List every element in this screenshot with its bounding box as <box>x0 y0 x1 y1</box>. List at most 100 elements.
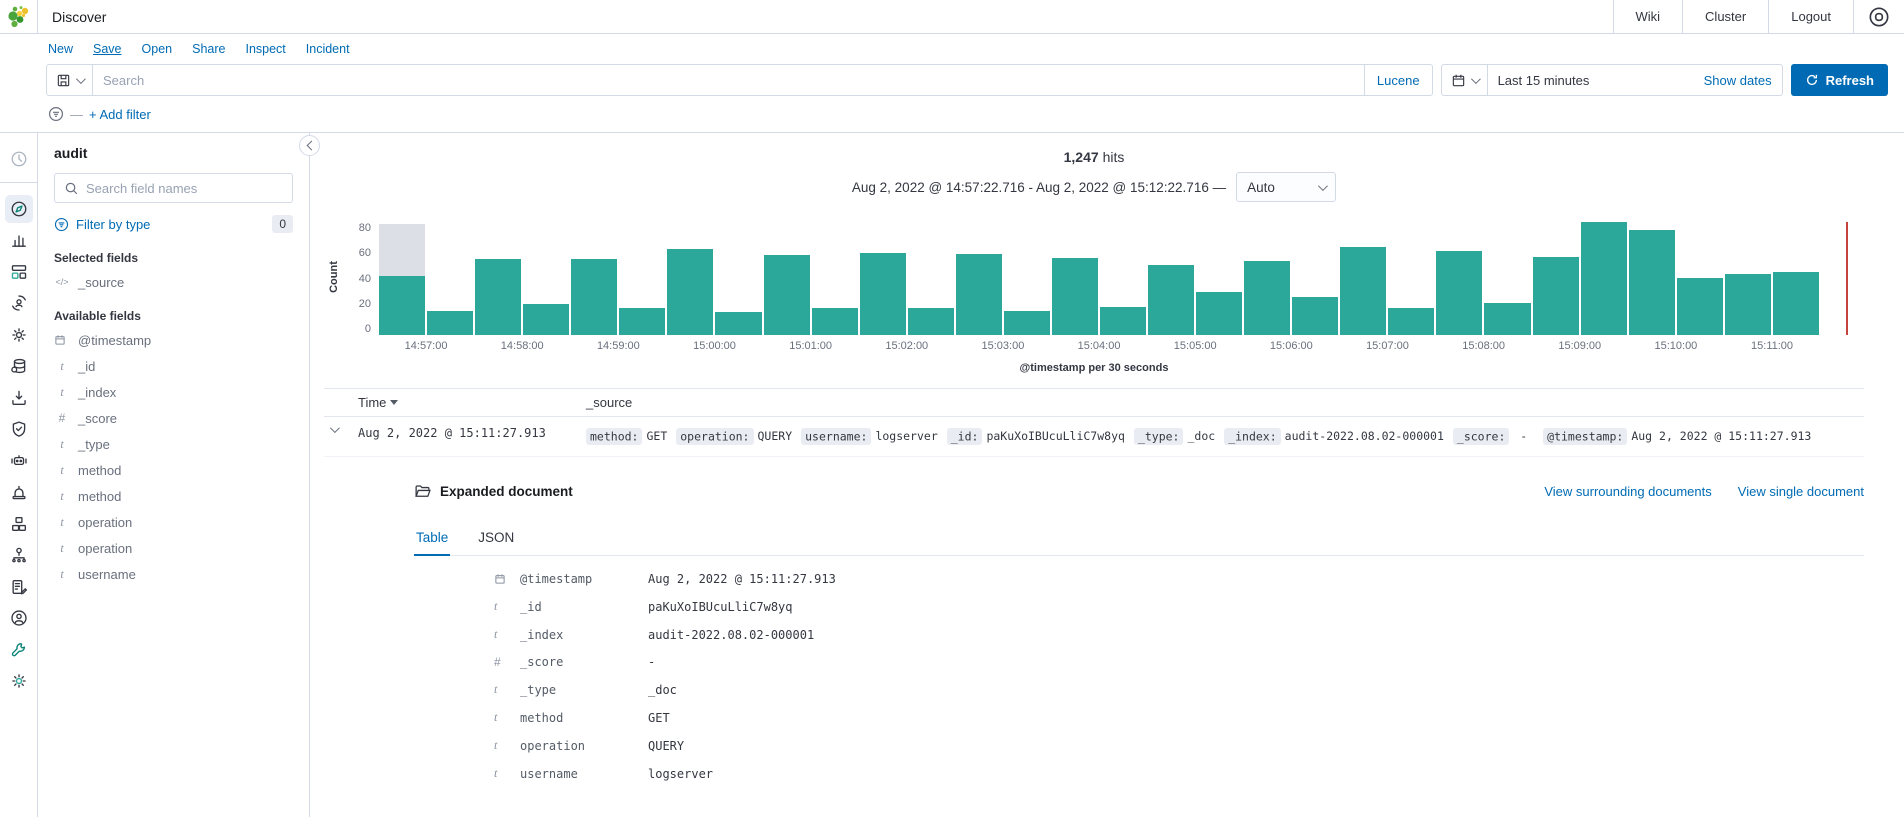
histogram-bar[interactable] <box>427 218 473 335</box>
field-label: _index <box>78 385 116 400</box>
histogram-bar[interactable] <box>1677 218 1723 335</box>
menu-inspect[interactable]: Inspect <box>245 42 285 56</box>
histogram-bar[interactable] <box>1004 218 1050 335</box>
view-single-document-link[interactable]: View single document <box>1738 484 1864 499</box>
user-menu-button[interactable] <box>1853 0 1904 34</box>
download-icon[interactable] <box>5 384 33 412</box>
histogram-bar[interactable] <box>764 218 810 335</box>
field-item-method[interactable]: tmethod <box>54 483 293 509</box>
settings-icon[interactable] <box>5 667 33 695</box>
recent-clock-icon[interactable] <box>5 145 33 173</box>
field-search-input[interactable] <box>86 181 283 196</box>
x-axis-endpad <box>1820 340 1848 352</box>
field-item-timestamp[interactable]: @timestamp <box>54 327 293 353</box>
filter-by-type-button[interactable]: Filter by type <box>76 217 265 232</box>
histogram-bar[interactable] <box>715 218 761 335</box>
field-item-operation[interactable]: toperation <box>54 535 293 561</box>
histogram-bar[interactable] <box>1292 218 1338 335</box>
menu-share[interactable]: Share <box>192 42 225 56</box>
alerting-icon[interactable] <box>5 478 33 506</box>
histogram-bar[interactable] <box>1581 218 1627 335</box>
field-label: operation <box>78 515 132 530</box>
field-item-operation[interactable]: toperation <box>54 509 293 535</box>
histogram-bar[interactable] <box>956 218 1002 335</box>
add-filter-button[interactable]: + Add filter <box>89 107 151 122</box>
histogram-bar[interactable] <box>1052 218 1098 335</box>
field-item-source[interactable]: </>_source <box>54 269 293 295</box>
bar-value-60 <box>956 254 1002 335</box>
app-logo[interactable] <box>0 0 38 34</box>
histogram-bar[interactable] <box>667 218 713 335</box>
saved-query-button[interactable] <box>47 65 93 95</box>
anomaly-icon[interactable] <box>5 289 33 317</box>
field-item-type[interactable]: t_type <box>54 431 293 457</box>
menu-incident[interactable]: Incident <box>306 42 350 56</box>
index-pattern-title[interactable]: audit <box>54 145 293 161</box>
security-icon[interactable] <box>5 415 33 443</box>
histogram-bar[interactable] <box>523 218 569 335</box>
field-item-index[interactable]: t_index <box>54 379 293 405</box>
histogram-bar[interactable] <box>1340 218 1386 335</box>
histogram-bar[interactable] <box>1773 218 1819 335</box>
histogram-bar[interactable] <box>379 218 425 335</box>
histogram-bar[interactable] <box>860 218 906 335</box>
dev-tools-icon[interactable] <box>5 573 33 601</box>
histogram-bar[interactable] <box>619 218 665 335</box>
nav-cluster-link[interactable]: Cluster <box>1682 0 1768 34</box>
histogram-bar[interactable] <box>1533 218 1579 335</box>
search-input[interactable] <box>93 65 1364 95</box>
dashboard-icon[interactable] <box>5 258 33 286</box>
hash-field-icon: # <box>494 655 520 669</box>
field-item-method[interactable]: tmethod <box>54 457 293 483</box>
view-surrounding-documents-link[interactable]: View surrounding documents <box>1544 484 1711 499</box>
field-label: @timestamp <box>78 333 151 348</box>
collapse-sidebar-button[interactable] <box>299 135 320 156</box>
maintenance-icon[interactable] <box>5 636 33 664</box>
calendar-button[interactable] <box>1442 65 1488 95</box>
show-dates-button[interactable]: Show dates <box>1704 73 1782 88</box>
reports-icon[interactable] <box>5 352 33 380</box>
source-field-name: _id: <box>947 428 983 445</box>
histogram-bar[interactable] <box>1388 218 1434 335</box>
bar-value-58 <box>1533 257 1579 335</box>
histogram-bar[interactable] <box>571 218 617 335</box>
bar-chart-icon[interactable] <box>5 226 33 254</box>
histogram-bar[interactable] <box>1725 218 1771 335</box>
histogram-bar[interactable] <box>1436 218 1482 335</box>
time-column-header[interactable]: Time <box>358 395 586 410</box>
bar-value-20 <box>1388 308 1434 335</box>
tab-table[interactable]: Table <box>414 522 450 556</box>
field-item-username[interactable]: tusername <box>54 561 293 587</box>
filter-icon[interactable] <box>48 106 64 122</box>
histogram-bar[interactable] <box>908 218 954 335</box>
field-item-score[interactable]: #_score <box>54 405 293 431</box>
histogram-bar[interactable] <box>1100 218 1146 335</box>
histogram-bar[interactable] <box>475 218 521 335</box>
time-range-value[interactable]: Last 15 minutes <box>1488 73 1704 88</box>
histogram-bar[interactable] <box>1148 218 1194 335</box>
interval-select[interactable]: Auto <box>1236 172 1336 202</box>
histogram-bar[interactable] <box>1484 218 1530 335</box>
nav-wiki-link[interactable]: Wiki <box>1613 0 1683 34</box>
compass-icon[interactable] <box>5 195 33 223</box>
field-item-id[interactable]: t_id <box>54 353 293 379</box>
query-language-button[interactable]: Lucene <box>1364 65 1432 95</box>
chart-plot[interactable] <box>378 218 1820 335</box>
gear-icon[interactable] <box>5 321 33 349</box>
refresh-button[interactable]: Refresh <box>1791 64 1888 96</box>
tab-json[interactable]: JSON <box>476 522 516 555</box>
doc-field-row-type: t_type_doc <box>494 676 1864 704</box>
users-icon[interactable] <box>5 604 33 632</box>
assistant-icon[interactable] <box>5 447 33 475</box>
histogram-bar[interactable] <box>1244 218 1290 335</box>
row-expand-button[interactable] <box>324 426 358 433</box>
cluster-icon[interactable] <box>5 541 33 569</box>
nav-logout-link[interactable]: Logout <box>1768 0 1853 34</box>
histogram-bar[interactable] <box>1629 218 1675 335</box>
integrations-icon[interactable] <box>5 510 33 538</box>
histogram-bar[interactable] <box>1196 218 1242 335</box>
menu-save[interactable]: Save <box>93 42 122 56</box>
menu-new[interactable]: New <box>48 42 73 56</box>
menu-open[interactable]: Open <box>142 42 173 56</box>
histogram-bar[interactable] <box>812 218 858 335</box>
